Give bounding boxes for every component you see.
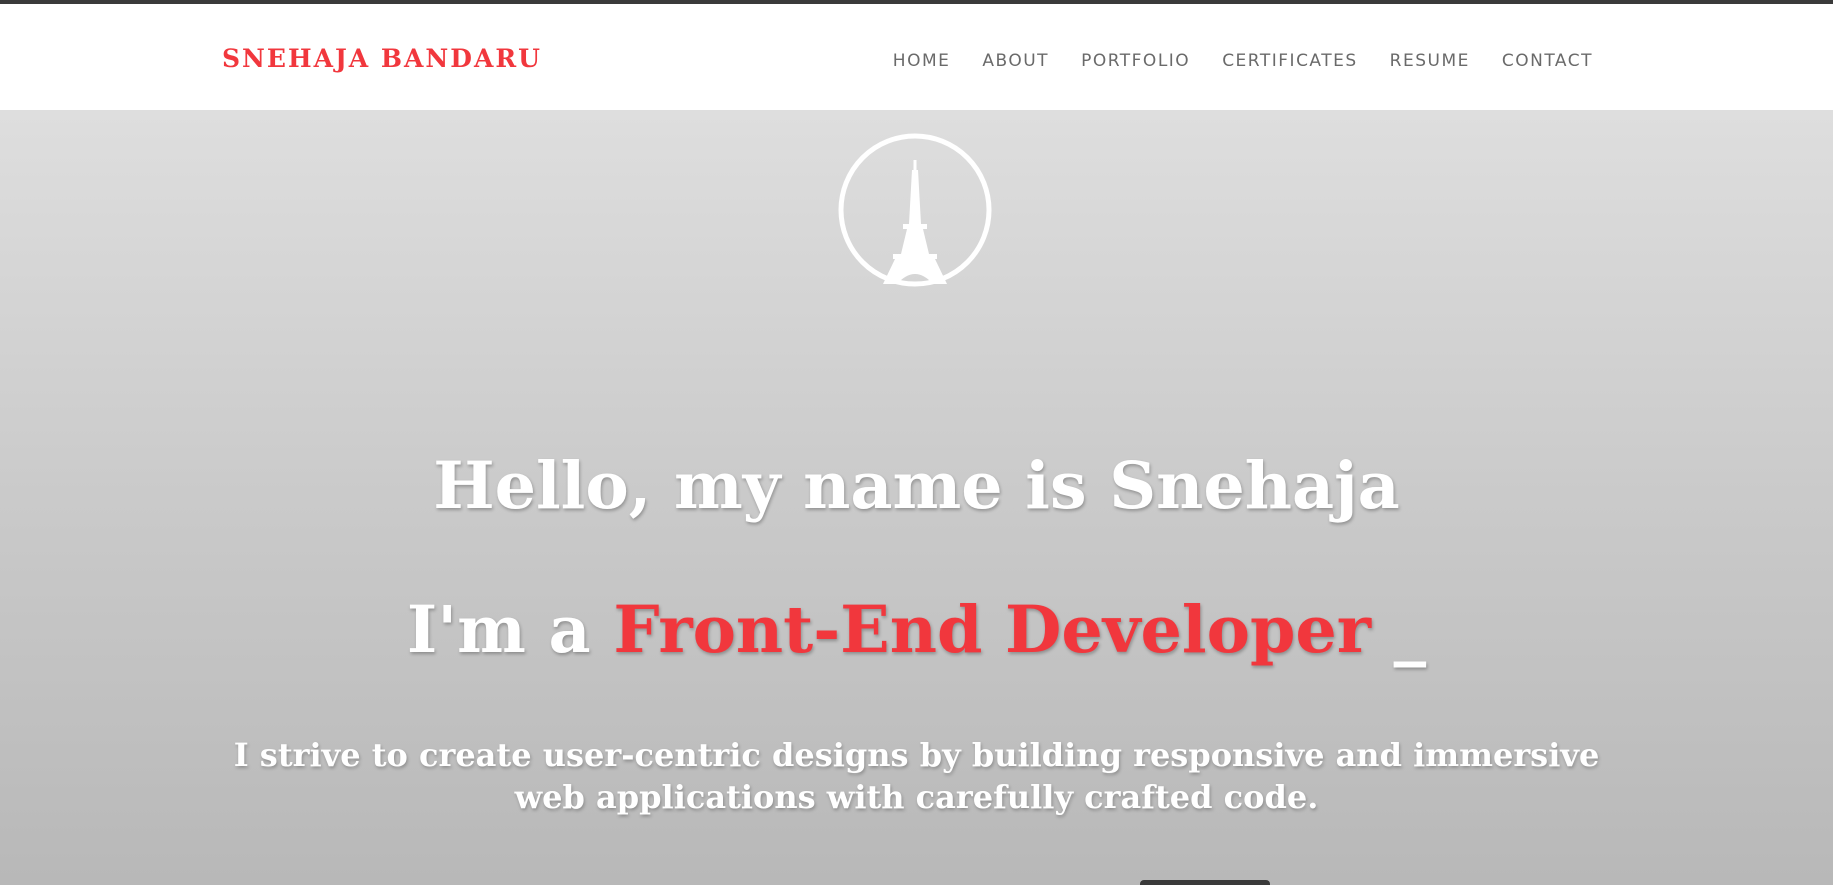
nav-link-portfolio[interactable]: PORTFOLIO xyxy=(1081,51,1190,71)
eiffel-tower-icon xyxy=(838,133,992,287)
role-prefix: I'm a xyxy=(406,592,614,668)
hero-section: Hello, my name is Snehaja I'm a Front-En… xyxy=(0,110,1833,885)
hero-title: Hello, my name is Snehaja xyxy=(433,448,1400,524)
nav-link-resume[interactable]: RESUME xyxy=(1390,51,1470,71)
navbar: SNEHAJA BANDARU HOME ABOUT PORTFOLIO CER… xyxy=(0,4,1833,110)
nav-link-contact[interactable]: CONTACT xyxy=(1502,51,1593,71)
nav-link-home[interactable]: HOME xyxy=(893,51,951,71)
hero-role: I'm a Front-End Developer _ xyxy=(0,592,1833,668)
hero-tagline: I strive to create user-centric designs … xyxy=(233,736,1600,816)
nav-link-certificates[interactable]: CERTIFICATES xyxy=(1222,51,1357,71)
role-highlight: Front-End Developer xyxy=(613,592,1372,668)
typing-cursor: _ xyxy=(1371,592,1427,668)
hero-cta-button[interactable] xyxy=(1140,880,1270,885)
nav-links: HOME ABOUT PORTFOLIO CERTIFICATES RESUME… xyxy=(893,51,1593,71)
nav-link-about[interactable]: ABOUT xyxy=(982,51,1049,71)
brand-logo[interactable]: SNEHAJA BANDARU xyxy=(222,44,542,73)
